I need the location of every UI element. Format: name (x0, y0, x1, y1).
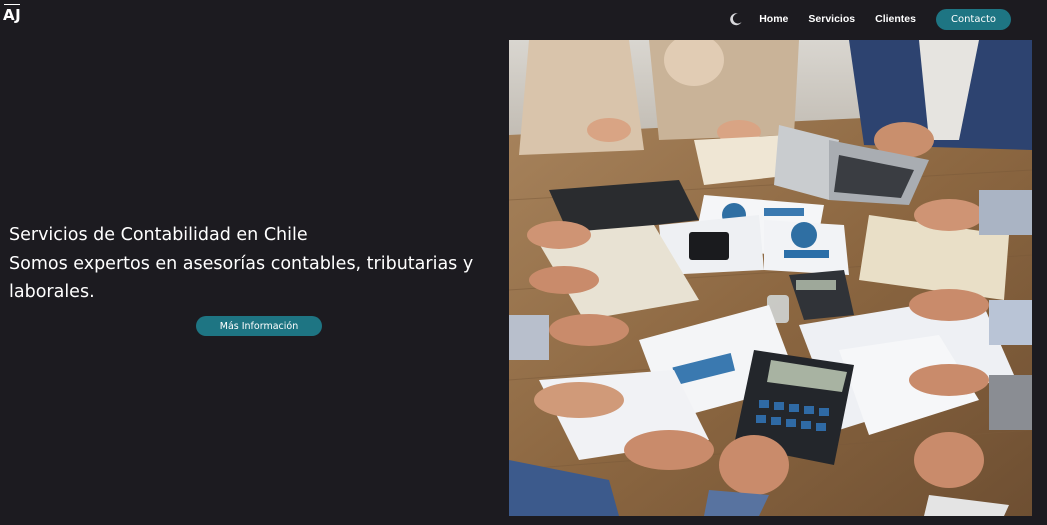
hero-subtitle: Somos expertos en asesorías contables, t… (9, 253, 474, 303)
hero-text: Servicios de Contabilidad en Chile Somos… (9, 221, 489, 307)
logo[interactable]: AJ (3, 4, 21, 24)
moon-icon[interactable] (729, 11, 745, 27)
nav-clientes[interactable]: Clientes (875, 13, 916, 25)
nav-home[interactable]: Home (759, 13, 788, 25)
mas-informacion-button[interactable]: Más Información (196, 316, 322, 336)
contacto-button[interactable]: Contacto (935, 8, 1011, 30)
photo-illustration (509, 40, 1032, 516)
accounting-team-photo (509, 40, 1032, 516)
hero-title: Servicios de Contabilidad en Chile (9, 225, 308, 245)
nav-servicios[interactable]: Servicios (808, 13, 855, 25)
top-nav: Home Servicios Clientes Contacto (729, 8, 1011, 30)
